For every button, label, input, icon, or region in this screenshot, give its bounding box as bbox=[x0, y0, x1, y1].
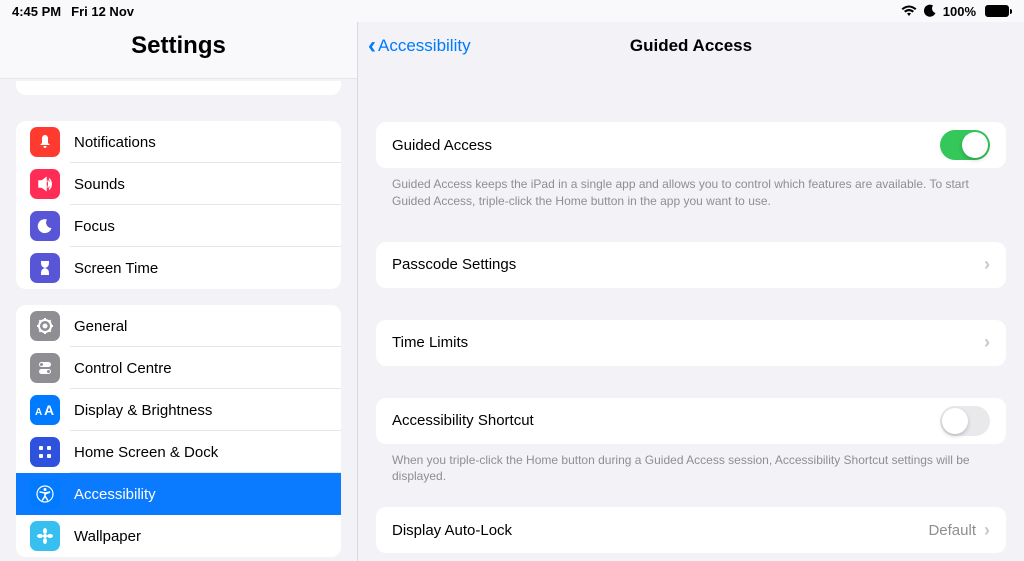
battery-percent: 100% bbox=[943, 4, 976, 19]
status-date: Fri 12 Nov bbox=[71, 4, 134, 19]
row-display-autolock[interactable]: Display Auto-Lock Default › bbox=[376, 507, 1006, 553]
hourglass-icon bbox=[30, 253, 60, 283]
guided-access-footer: Guided Access keeps the iPad in a single… bbox=[376, 168, 1006, 210]
row-group-shortcut: Accessibility Shortcut bbox=[376, 398, 1006, 444]
moon-icon bbox=[923, 4, 937, 18]
sidebar-group-partial bbox=[16, 81, 341, 95]
sidebar-item-focus[interactable]: Focus bbox=[16, 205, 341, 247]
sidebar-group-general: General Control Centre AA Display & Brig… bbox=[16, 305, 341, 557]
back-button-label: Accessibility bbox=[378, 36, 471, 56]
sidebar-item-accessibility[interactable]: Accessibility bbox=[16, 473, 341, 515]
sidebar-item-control-centre[interactable]: Control Centre bbox=[16, 347, 341, 389]
row-accessibility-shortcut[interactable]: Accessibility Shortcut bbox=[376, 398, 1006, 444]
sidebar-item-display[interactable]: AA Display & Brightness bbox=[16, 389, 341, 431]
guided-access-toggle[interactable] bbox=[940, 130, 990, 160]
row-label: Display Auto-Lock bbox=[392, 522, 928, 539]
back-button[interactable]: ‹ Accessibility bbox=[368, 34, 471, 58]
row-label: Guided Access bbox=[392, 137, 940, 154]
moon-icon bbox=[30, 211, 60, 241]
flower-icon bbox=[30, 521, 60, 551]
sidebar-item-label: Wallpaper bbox=[74, 528, 141, 545]
chevron-right-icon: › bbox=[984, 254, 990, 275]
shortcut-footer: When you triple-click the Home button du… bbox=[376, 444, 1006, 486]
switches-icon bbox=[30, 353, 60, 383]
bell-icon bbox=[30, 127, 60, 157]
sidebar-item-label: Screen Time bbox=[74, 260, 158, 277]
row-label: Accessibility Shortcut bbox=[392, 412, 940, 429]
sidebar-item-label: Display & Brightness bbox=[74, 402, 212, 419]
row-group-time-limits: Time Limits › bbox=[376, 320, 1006, 366]
sidebar-item-general[interactable]: General bbox=[16, 305, 341, 347]
sidebar-item-label: General bbox=[74, 318, 127, 335]
row-label: Time Limits bbox=[392, 334, 984, 351]
sidebar-item-wallpaper[interactable]: Wallpaper bbox=[16, 515, 341, 557]
autolock-footer: Set how long it takes your iPad to autom… bbox=[376, 553, 1006, 561]
row-group-passcode: Passcode Settings › bbox=[376, 242, 1006, 288]
row-group-autolock: Display Auto-Lock Default › bbox=[376, 507, 1006, 553]
sidebar-title: Settings bbox=[0, 22, 357, 79]
accessibility-shortcut-toggle[interactable] bbox=[940, 406, 990, 436]
row-passcode-settings[interactable]: Passcode Settings › bbox=[376, 242, 1006, 288]
sidebar-item-label: Control Centre bbox=[74, 360, 172, 377]
svg-text:A: A bbox=[44, 403, 54, 417]
status-bar: 4:45 PM Fri 12 Nov 100% bbox=[0, 0, 1024, 22]
accessibility-icon bbox=[30, 479, 60, 509]
sidebar-item-label: Focus bbox=[74, 218, 115, 235]
sidebar-item-notifications[interactable]: Notifications bbox=[16, 121, 341, 163]
chevron-right-icon: › bbox=[984, 332, 990, 353]
sidebar: Settings Notifications Sounds Focus bbox=[0, 22, 358, 561]
status-time: 4:45 PM bbox=[12, 4, 61, 19]
grid-icon bbox=[30, 437, 60, 467]
sidebar-item-label: Notifications bbox=[74, 134, 156, 151]
sidebar-group-notifications: Notifications Sounds Focus Screen Time bbox=[16, 121, 341, 289]
speaker-icon bbox=[30, 169, 60, 199]
sidebar-item-label: Sounds bbox=[74, 176, 125, 193]
chevron-left-icon: ‹ bbox=[368, 34, 376, 58]
wifi-icon bbox=[901, 5, 917, 17]
sidebar-item-home-screen[interactable]: Home Screen & Dock bbox=[16, 431, 341, 473]
row-value: Default bbox=[928, 522, 976, 539]
sidebar-item-sounds[interactable]: Sounds bbox=[16, 163, 341, 205]
text-size-icon: AA bbox=[30, 395, 60, 425]
sidebar-item-screen-time[interactable]: Screen Time bbox=[16, 247, 341, 289]
chevron-right-icon: › bbox=[984, 520, 990, 541]
sidebar-item-label: Accessibility bbox=[74, 486, 156, 503]
svg-text:A: A bbox=[35, 407, 42, 417]
detail-title: Guided Access bbox=[630, 36, 752, 56]
row-label: Passcode Settings bbox=[392, 256, 984, 273]
row-time-limits[interactable]: Time Limits › bbox=[376, 320, 1006, 366]
row-guided-access[interactable]: Guided Access bbox=[376, 122, 1006, 168]
gear-icon bbox=[30, 311, 60, 341]
battery-icon bbox=[982, 5, 1012, 17]
detail-pane: ‹ Accessibility Guided Access Guided Acc… bbox=[358, 22, 1024, 561]
row-group-guided-access: Guided Access bbox=[376, 122, 1006, 168]
detail-header: ‹ Accessibility Guided Access bbox=[358, 22, 1024, 70]
sidebar-item-label: Home Screen & Dock bbox=[74, 444, 218, 461]
